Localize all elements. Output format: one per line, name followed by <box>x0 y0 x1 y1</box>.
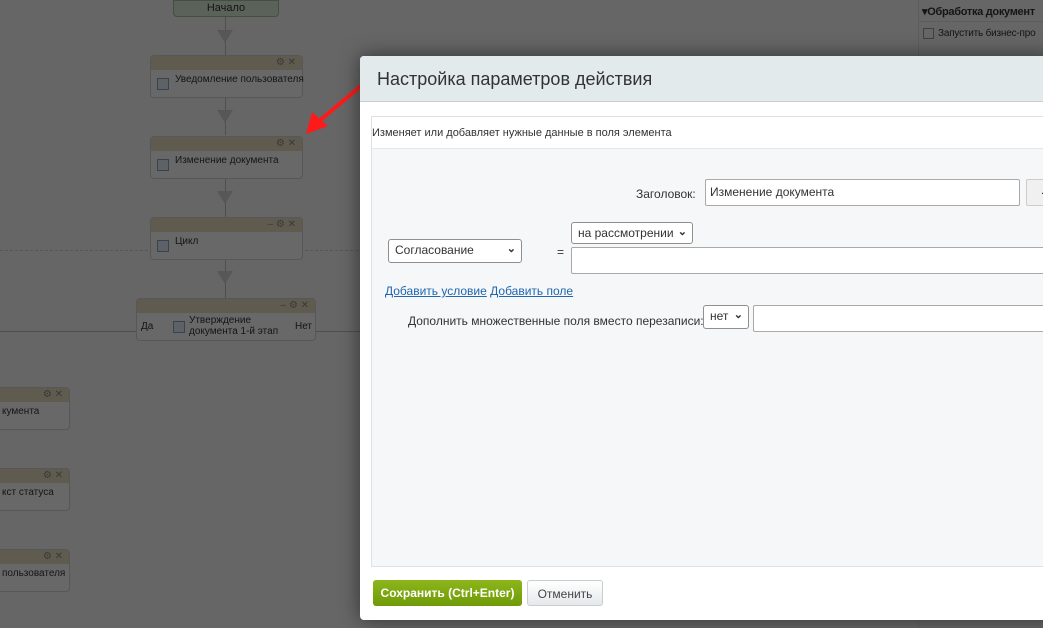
append-label: Дополнить множественные поля вместо пере… <box>408 314 704 328</box>
chevron-down-icon: ⌄ <box>506 243 516 255</box>
append-input[interactable] <box>753 305 1043 332</box>
title-label: Заголовок: <box>636 187 696 201</box>
append-select[interactable]: нет ⌄ <box>703 305 749 329</box>
node-label: Уведомление пользователя <box>175 74 304 85</box>
yes-branch: Да <box>141 321 154 332</box>
run-process-icon <box>923 28 934 39</box>
field-select[interactable]: Согласование ⌄ <box>388 239 522 263</box>
sidebar-section[interactable]: ▾Обработка документ <box>919 0 1043 22</box>
workflow-node[interactable]: – ⚙ ✕ Цикл <box>150 217 303 260</box>
workflow-node[interactable]: ⚙ ✕ Изменение документа <box>150 136 303 179</box>
workflow-node[interactable]: ⚙ ✕ кумента <box>0 387 70 430</box>
dialog-title: Настройка параметров действия <box>360 56 1043 102</box>
loop-icon <box>157 240 169 252</box>
node-label: Утверждение документа 1-й этап <box>189 315 279 337</box>
node-label: кумента <box>2 406 40 417</box>
node-label: пользователя <box>2 568 66 579</box>
value-select[interactable]: на рассмотрении ⌄ <box>571 222 693 244</box>
dialog-description: Изменяет или добавляет нужные данные в п… <box>372 117 1043 149</box>
title-dots-button[interactable]: ... <box>1026 179 1043 206</box>
node-label: Цикл <box>175 236 199 247</box>
cancel-button[interactable]: Отменить <box>527 580 603 606</box>
save-button[interactable]: Сохранить (Ctrl+Enter) <box>373 580 522 606</box>
start-node[interactable]: Начало <box>173 0 279 17</box>
no-branch: Нет <box>294 321 312 332</box>
sidebar-item[interactable]: Запустить бизнес-про <box>919 22 1043 39</box>
add-links: Добавить условие Добавить поле <box>385 284 573 298</box>
notify-icon <box>157 78 169 90</box>
sidebar-item-label: Запустить бизнес-про <box>938 28 1036 40</box>
title-input[interactable]: Изменение документа <box>705 179 1020 206</box>
edit-document-icon <box>157 159 169 171</box>
node-label: кст статуса <box>2 487 54 498</box>
workflow-node[interactable]: ⚙ ✕ кст статуса <box>0 468 70 511</box>
chevron-down-icon: ⌄ <box>733 309 743 321</box>
sidebar-section-label: Обработка документ <box>927 6 1035 18</box>
equals-sign: = <box>557 245 565 259</box>
action-settings-dialog: Настройка параметров действия Изменяет и… <box>360 56 1043 620</box>
workflow-node[interactable]: ⚙ ✕ пользователя <box>0 549 70 592</box>
node-label: Изменение документа <box>175 155 279 166</box>
add-field-link[interactable]: Добавить поле <box>490 284 573 298</box>
add-condition-link[interactable]: Добавить условие <box>385 284 487 298</box>
workflow-node[interactable]: ⚙ ✕ Уведомление пользователя <box>150 55 304 98</box>
approval-icon <box>173 321 185 333</box>
value-input[interactable] <box>571 247 1043 274</box>
workflow-node[interactable]: – ⚙ ✕ Да Утверждение документа 1-й этап … <box>136 298 316 341</box>
chevron-down-icon: ⌄ <box>677 226 687 238</box>
dialog-content: Изменяет или добавляет нужные данные в п… <box>371 116 1043 567</box>
